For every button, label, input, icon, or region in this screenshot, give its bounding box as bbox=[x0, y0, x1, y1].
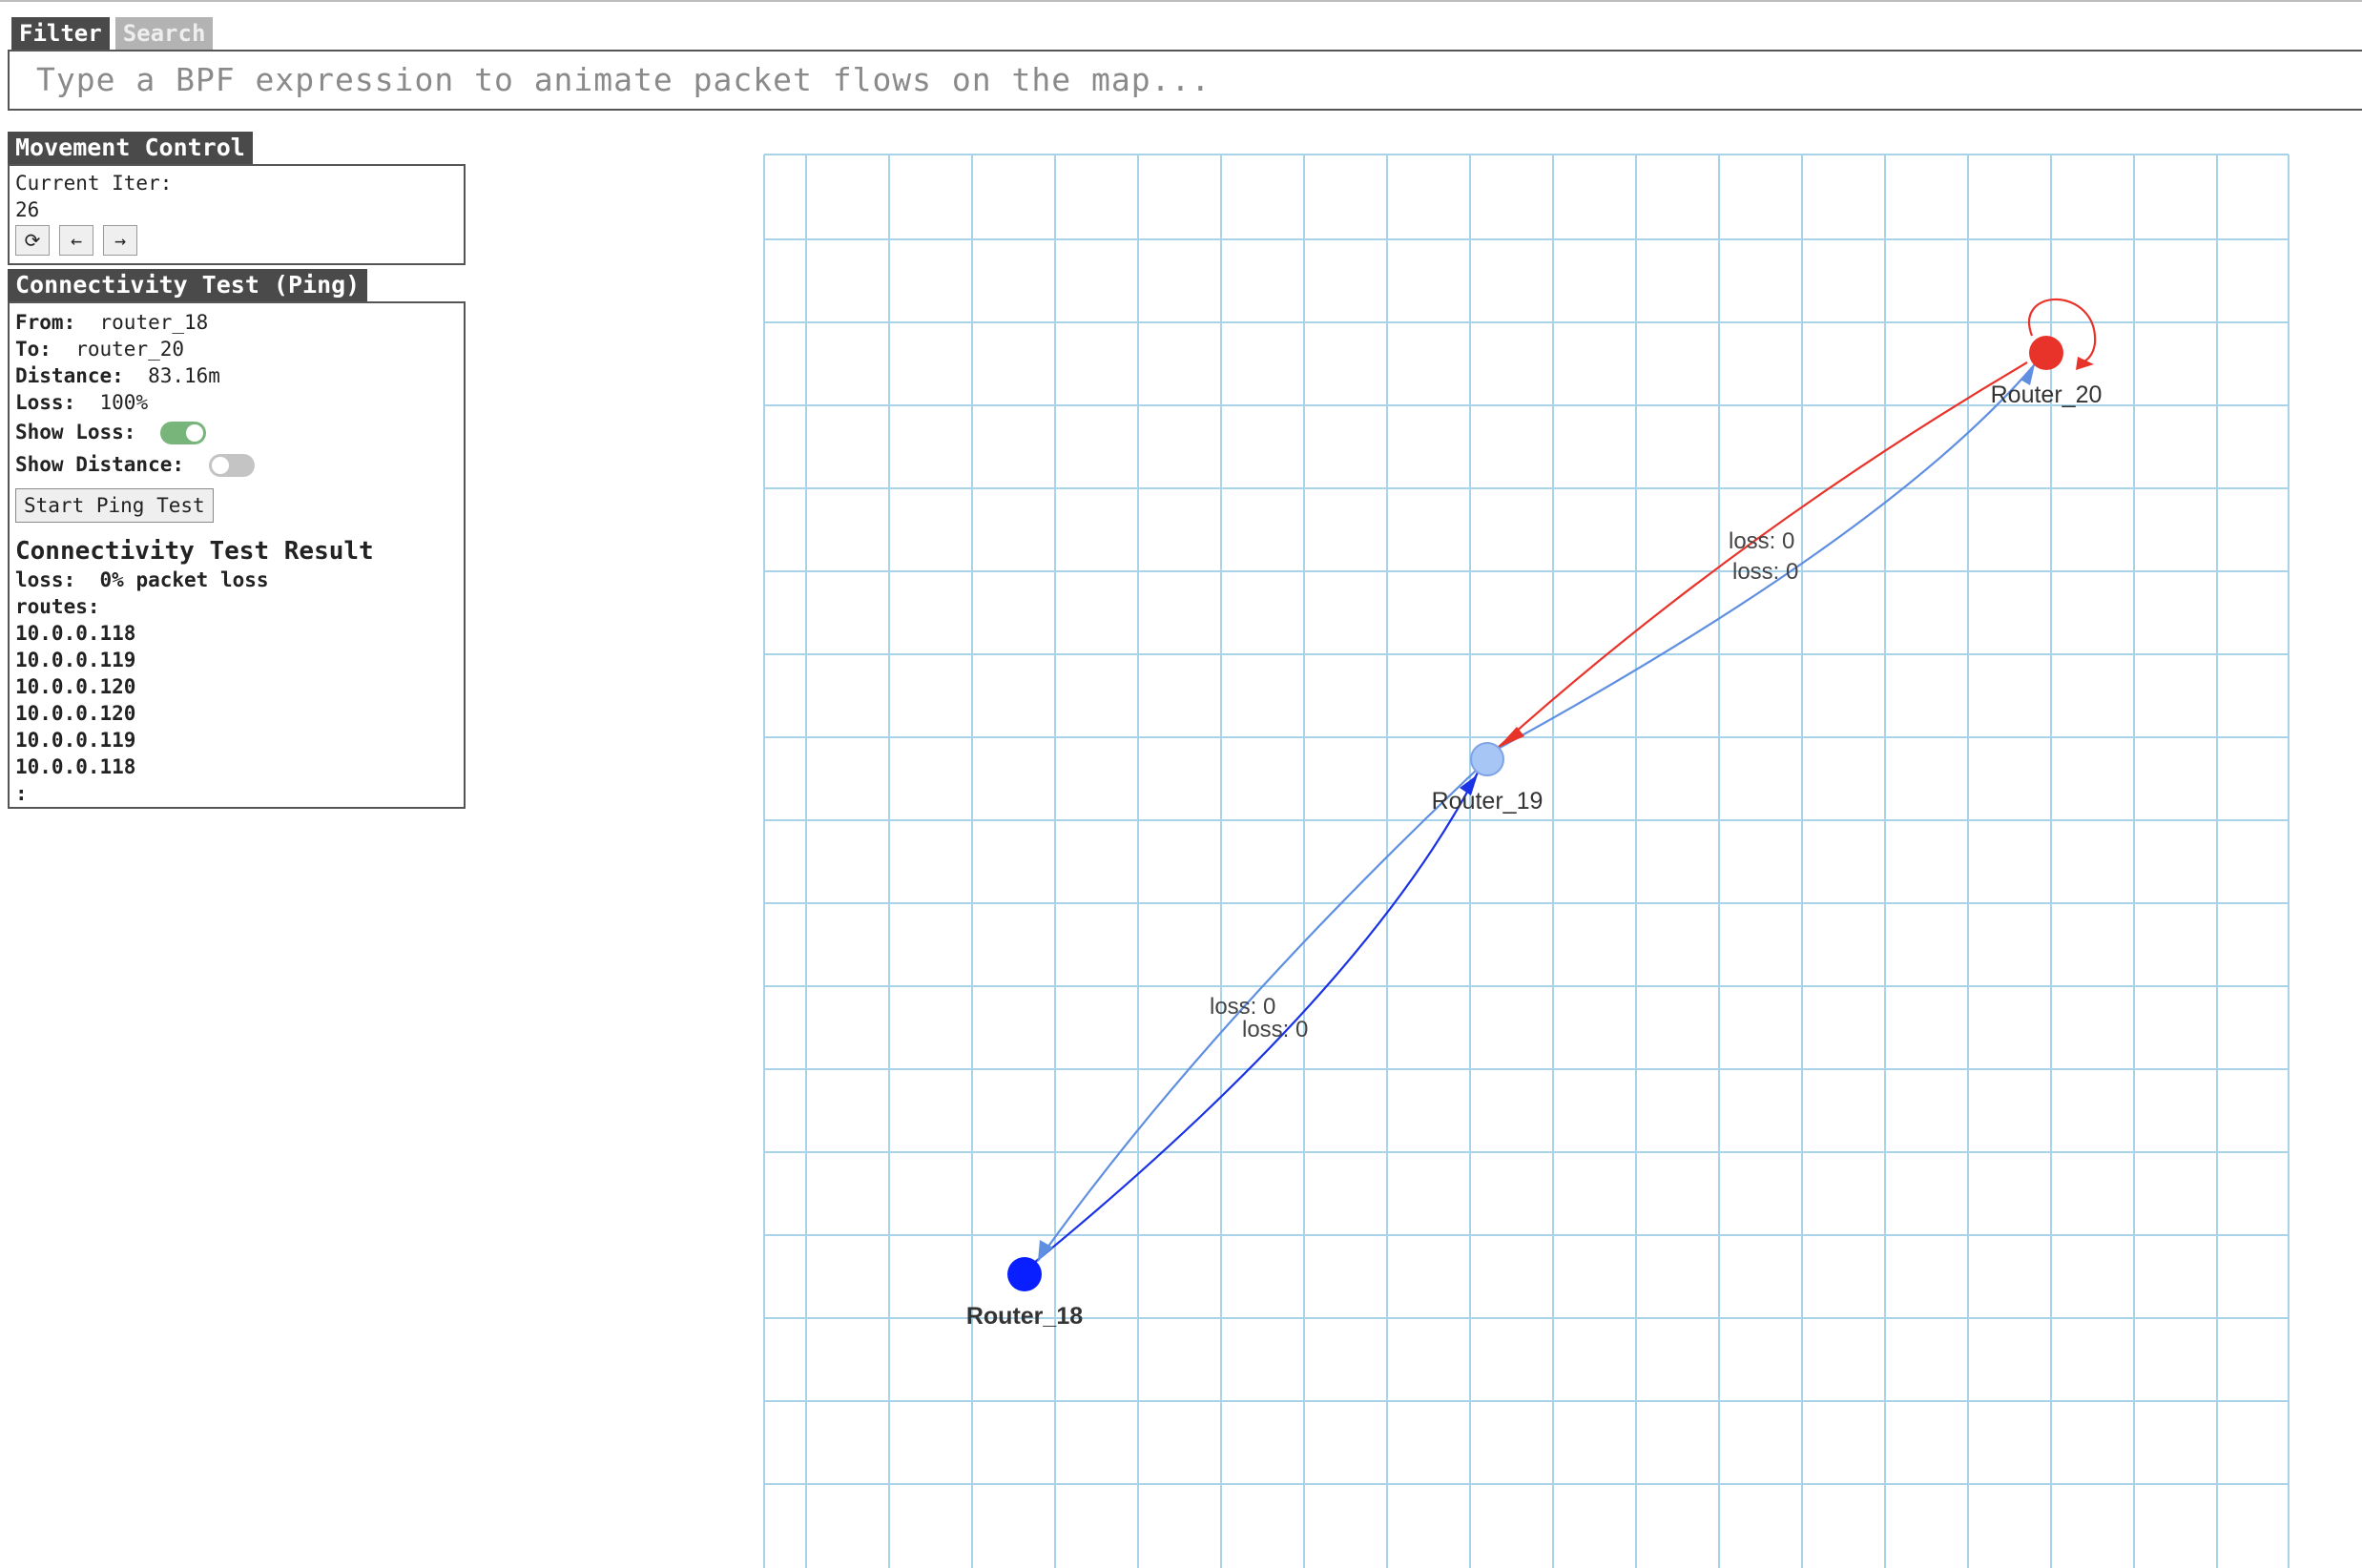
edge-label: loss: 0 bbox=[1729, 528, 1794, 554]
router-node bbox=[1007, 1257, 1042, 1291]
router-node bbox=[2029, 336, 2063, 370]
router-label: Router_19 bbox=[1432, 788, 1544, 815]
router-label: Router_20 bbox=[1991, 382, 2103, 408]
map-nodes: Router_18 Router_19 Router_20 bbox=[966, 336, 2103, 1330]
edge-line bbox=[1499, 363, 2036, 749]
map-grid bbox=[763, 154, 2289, 1568]
edge-label: loss: 0 bbox=[1732, 559, 1798, 585]
edge-label: loss: 0 bbox=[1210, 994, 1275, 1020]
router-node bbox=[1470, 742, 1504, 776]
map-edges: loss: 0loss: 0loss: 0loss: 0 bbox=[1033, 298, 2097, 1264]
network-map[interactable]: loss: 0loss: 0loss: 0loss: 0 Router_18Ro… bbox=[0, 0, 2362, 1568]
edge-label: loss: 0 bbox=[1242, 1017, 1308, 1042]
router-label: Router_18 bbox=[966, 1303, 1083, 1330]
edge-line bbox=[1497, 361, 2028, 749]
edge-arrow bbox=[2076, 357, 2094, 370]
